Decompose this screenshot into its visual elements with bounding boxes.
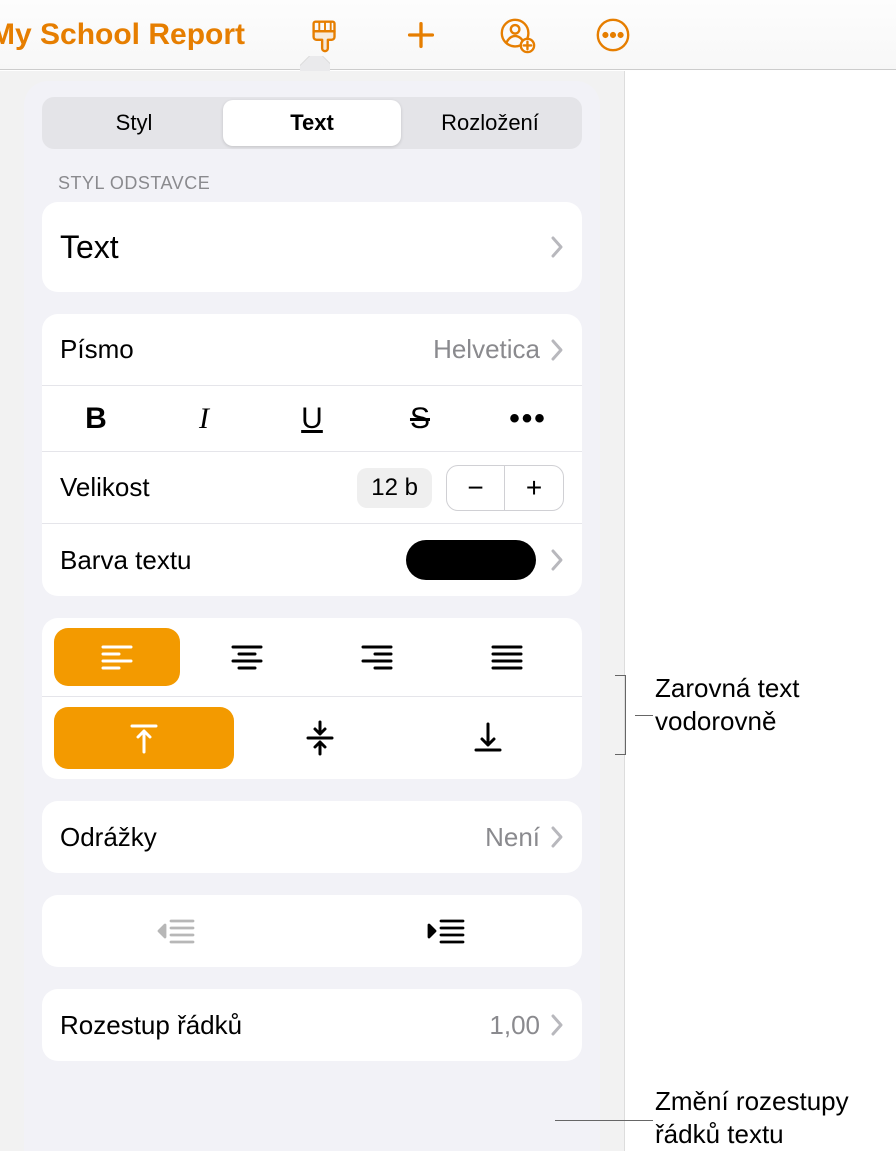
increase-indent-button[interactable] <box>312 895 582 967</box>
text-color-label: Barva textu <box>60 545 406 576</box>
align-right-button[interactable] <box>314 628 440 686</box>
paragraph-style-row[interactable]: Text <box>42 202 582 292</box>
document-title[interactable]: My School Report <box>0 18 245 52</box>
chevron-right-icon <box>550 825 564 849</box>
font-size-value[interactable]: 12 b <box>357 468 432 508</box>
font-size-row: Velikost 12 b − + <box>42 452 582 524</box>
add-icon[interactable] <box>401 15 441 55</box>
chevron-right-icon <box>550 548 564 572</box>
format-panel-container: Styl Text Rozložení Styl odstavce Text P… <box>0 71 625 1151</box>
decrease-indent-button[interactable] <box>42 895 312 967</box>
more-icon[interactable] <box>593 15 633 55</box>
size-decrease-button[interactable]: − <box>447 466 505 510</box>
tab-layout[interactable]: Rozložení <box>401 100 579 146</box>
font-card: Písmo Helvetica B I U S ••• Velikost 12 … <box>42 314 582 596</box>
collaborate-icon[interactable] <box>497 15 537 55</box>
underline-button[interactable]: U <box>267 396 357 442</box>
chevron-right-icon <box>550 1013 564 1037</box>
bold-button[interactable]: B <box>51 396 141 442</box>
line-spacing-card: Rozestup řádků 1,00 <box>42 989 582 1061</box>
valign-top-button[interactable] <box>54 707 234 769</box>
indent-card <box>42 895 582 967</box>
chevron-right-icon <box>550 235 564 259</box>
format-panel: Styl Text Rozložení Styl odstavce Text P… <box>24 81 600 1151</box>
font-label: Písmo <box>60 334 433 365</box>
align-left-button[interactable] <box>54 628 180 686</box>
format-brush-icon[interactable] <box>305 15 345 55</box>
align-justify-button[interactable] <box>444 628 570 686</box>
callout-line-spacing: Změní rozestupy řádků textu <box>655 1085 896 1150</box>
alignment-card <box>42 618 582 779</box>
font-size-stepper: − + <box>446 465 564 511</box>
paragraph-style-name: Text <box>60 229 550 266</box>
horizontal-align-row <box>42 618 582 697</box>
bullets-card: Odrážky Není <box>42 801 582 873</box>
tab-text[interactable]: Text <box>223 100 401 146</box>
bullets-label: Odrážky <box>60 822 485 853</box>
more-text-options-button[interactable]: ••• <box>483 396 573 442</box>
size-increase-button[interactable]: + <box>505 466 563 510</box>
tab-style[interactable]: Styl <box>45 100 223 146</box>
text-color-row[interactable]: Barva textu <box>42 524 582 596</box>
vertical-align-row <box>42 697 582 779</box>
paragraph-style-card: Text <box>42 202 582 292</box>
top-toolbar: My School Report <box>0 0 896 70</box>
line-spacing-label: Rozestup řádků <box>60 1010 489 1041</box>
font-value: Helvetica <box>433 334 540 365</box>
paragraph-style-header: Styl odstavce <box>58 173 582 194</box>
text-style-buttons: B I U S ••• <box>42 386 582 452</box>
callout-horizontal-align: Zarovná text vodorovně <box>655 672 896 737</box>
valign-middle-button[interactable] <box>238 707 402 769</box>
bullets-value: Není <box>485 822 540 853</box>
format-tabs: Styl Text Rozložení <box>42 97 582 149</box>
line-spacing-row[interactable]: Rozestup řádků 1,00 <box>42 989 582 1061</box>
italic-button[interactable]: I <box>159 396 249 442</box>
font-size-label: Velikost <box>60 472 357 503</box>
valign-bottom-button[interactable] <box>406 707 570 769</box>
chevron-right-icon <box>550 338 564 362</box>
align-center-button[interactable] <box>184 628 310 686</box>
line-spacing-value: 1,00 <box>489 1010 540 1041</box>
popover-arrow <box>300 56 330 71</box>
strikethrough-button[interactable]: S <box>375 396 465 442</box>
text-color-swatch[interactable] <box>406 540 536 580</box>
bullets-row[interactable]: Odrážky Není <box>42 801 582 873</box>
font-row[interactable]: Písmo Helvetica <box>42 314 582 386</box>
